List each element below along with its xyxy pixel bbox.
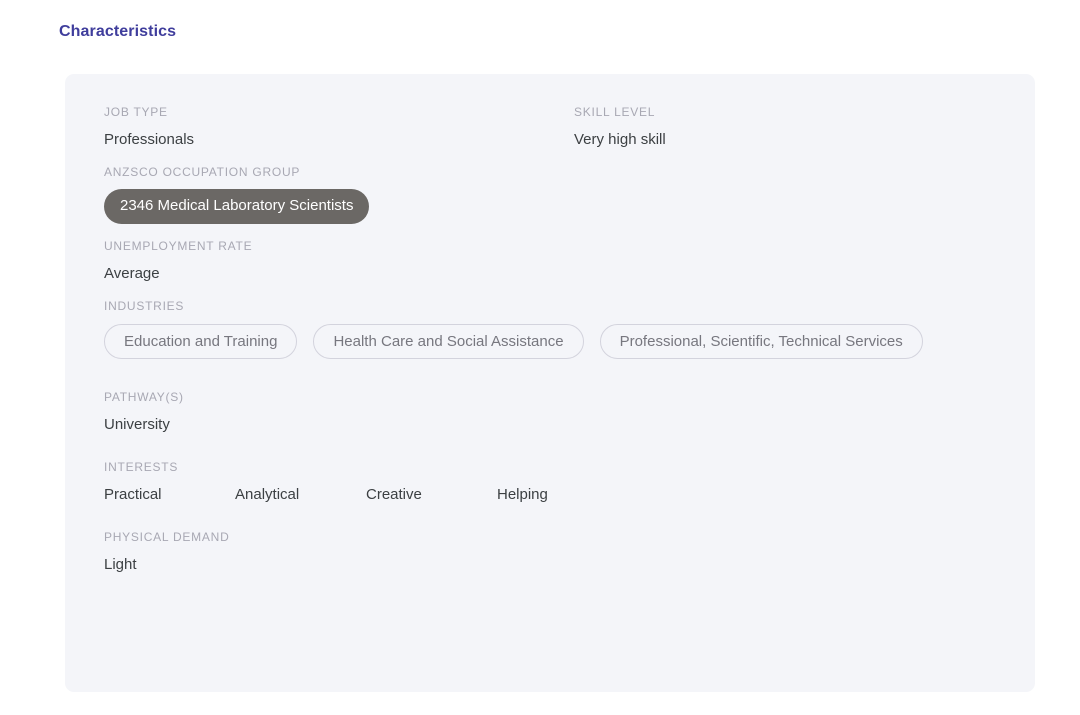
interest-item: Helping <box>497 486 548 503</box>
anzsco-occupation-group-tag[interactable]: 2346 Medical Laboratory Scientists <box>104 189 370 224</box>
anzsco-occupation-group-label: ANZSCO OCCUPATION GROUP <box>104 165 301 179</box>
unemployment-rate-field: UNEMPLOYMENT RATE Average <box>104 238 997 284</box>
characteristics-card: JOB TYPE Professionals SKILL LEVEL Very … <box>65 74 1035 692</box>
industries-tag-row: Education and Training Health Care and S… <box>104 324 997 359</box>
skill-level-field: SKILL LEVEL Very high skill <box>574 104 997 150</box>
job-type-label: JOB TYPE <box>104 105 168 119</box>
interest-item: Practical <box>104 486 162 503</box>
pathways-field: PATHWAY(S) University <box>104 389 997 435</box>
skill-level-value: Very high skill <box>574 131 666 148</box>
interest-item: Analytical <box>235 486 300 503</box>
interests-label: INTERESTS <box>104 460 179 474</box>
industry-tag[interactable]: Professional, Scientific, Technical Serv… <box>599 324 923 359</box>
skill-level-label: SKILL LEVEL <box>574 105 656 119</box>
interests-field: INTERESTS Practical Analytical Creative … <box>104 459 997 505</box>
top-fields-grid: JOB TYPE Professionals SKILL LEVEL Very … <box>104 104 997 150</box>
job-type-field: JOB TYPE Professionals <box>104 104 574 150</box>
unemployment-rate-value: Average <box>104 265 160 282</box>
unemployment-rate-label: UNEMPLOYMENT RATE <box>104 239 253 253</box>
industries-field: INDUSTRIES Education and Training Health… <box>104 298 997 359</box>
interests-list: Practical Analytical Creative Helping <box>104 485 997 505</box>
physical-demand-field: PHYSICAL DEMAND Light <box>104 529 997 575</box>
industries-label: INDUSTRIES <box>104 299 185 313</box>
page-title: Characteristics <box>59 23 177 40</box>
characteristics-page: Characteristics JOB TYPE Professionals S… <box>0 0 1080 715</box>
pathways-value: University <box>104 416 170 433</box>
job-type-value: Professionals <box>104 131 195 148</box>
pathways-label: PATHWAY(S) <box>104 390 184 404</box>
industry-tag[interactable]: Education and Training <box>104 324 298 359</box>
anzsco-occupation-group-field: ANZSCO OCCUPATION GROUP 2346 Medical Lab… <box>104 164 997 224</box>
physical-demand-label: PHYSICAL DEMAND <box>104 530 230 544</box>
industry-tag[interactable]: Health Care and Social Assistance <box>313 324 584 359</box>
physical-demand-value: Light <box>104 556 137 573</box>
interest-item: Creative <box>366 486 422 503</box>
